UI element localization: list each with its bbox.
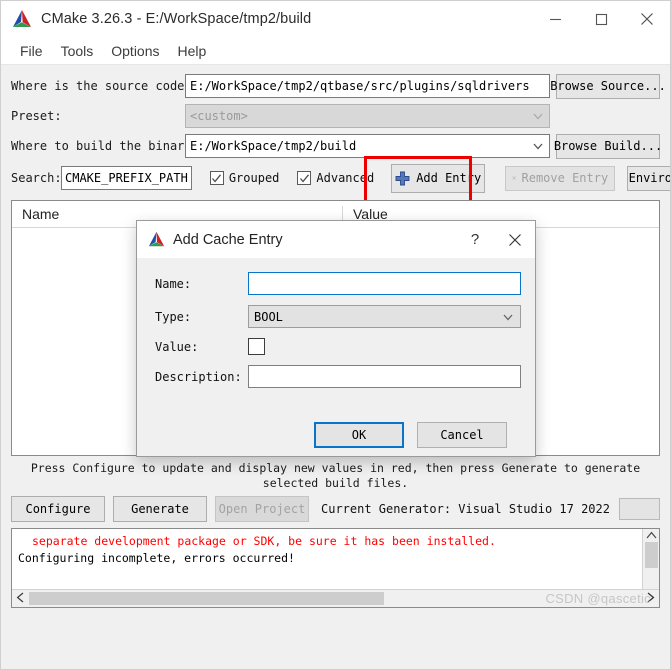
dialog-type-row: Type: BOOL (155, 305, 521, 328)
cache-toolbar-row: Search: CMAKE_PREFIX_PATH Grouped Advanc… (11, 156, 670, 204)
configure-hint-line2: files. (366, 476, 409, 490)
preset-row: Preset: <custom> (11, 103, 660, 129)
dialog-value-label: Value: (155, 339, 199, 354)
dialog-body: Name: Type: BOOL Value: Description: OK (137, 258, 535, 448)
source-code-input[interactable]: E:/WorkSpace/tmp2/qtbase/src/plugins/sql… (185, 74, 550, 98)
build-binaries-label: Where to build the binaries: (11, 139, 214, 153)
add-cache-entry-dialog: Add Cache Entry ? Name: Type: BOOL Value… (136, 220, 536, 457)
chevron-right-icon[interactable] (642, 591, 659, 606)
scroll-thumb[interactable] (644, 542, 658, 568)
browse-build-button[interactable]: Browse Build... (554, 133, 662, 159)
chevron-down-icon (503, 314, 513, 320)
dialog-value-checkbox[interactable] (248, 338, 265, 355)
preset-label: Preset: (11, 109, 62, 123)
menu-item-file[interactable]: File (11, 41, 52, 61)
chevron-down-icon (533, 143, 543, 150)
maximize-icon[interactable] (578, 1, 624, 37)
progress-bar (618, 498, 660, 520)
environment-button[interactable]: Environment... (627, 165, 670, 191)
current-generator-label: Current Generator: Visual Studio 17 2022 (321, 502, 610, 516)
window-title: CMake 3.26.3 - E:/WorkSpace/tmp2/build (41, 11, 312, 27)
menu-item-tools[interactable]: Tools (52, 41, 103, 61)
menu-item-help[interactable]: Help (169, 41, 216, 61)
open-project-button: Open Project (215, 496, 309, 522)
chevron-down-icon (533, 113, 543, 120)
chevron-left-icon[interactable] (12, 592, 29, 606)
add-entry-button[interactable]: Add Entry (391, 163, 486, 193)
dialog-description-label: Description: (155, 369, 242, 384)
cmake-logo-icon (13, 10, 31, 27)
output-log-pane[interactable]: separate development package or SDK, be … (11, 528, 660, 608)
search-label: Search: (11, 171, 62, 185)
dialog-type-value: BOOL (254, 309, 283, 324)
dialog-type-label: Type: (155, 309, 192, 324)
preset-dropdown[interactable]: <custom> (185, 104, 550, 128)
dialog-type-dropdown[interactable]: BOOL (248, 305, 521, 328)
preset-value: <custom> (190, 109, 248, 123)
configure-hint: Press Configure to update and display ne… (11, 456, 660, 494)
dialog-cancel-button[interactable]: Cancel (417, 422, 507, 448)
add-entry-label: Add Entry (416, 171, 482, 185)
output-error-line: separate development package or SDK, be … (32, 534, 496, 548)
configure-hint-line1: Press Configure to update and display ne… (30, 461, 641, 490)
title-bar: CMake 3.26.3 - E:/WorkSpace/tmp2/build (1, 1, 670, 37)
remove-icon (512, 176, 517, 180)
dialog-close-icon[interactable] (495, 221, 535, 258)
grouped-checkbox[interactable]: Grouped (209, 171, 280, 185)
remove-entry-button: Remove Entry (505, 165, 616, 191)
search-input[interactable]: CMAKE_PREFIX_PATH (61, 166, 192, 190)
build-binaries-row: Where to build the binaries: E:/WorkSpac… (11, 133, 662, 159)
configure-button[interactable]: Configure (11, 496, 105, 522)
advanced-label: Advanced (316, 171, 375, 185)
dialog-help-button[interactable]: ? (455, 221, 495, 258)
chevron-up-icon[interactable] (646, 531, 657, 540)
cmake-logo-icon (148, 231, 165, 247)
cmake-gui-window: CMake 3.26.3 - E:/WorkSpace/tmp2/build F… (0, 0, 671, 670)
output-status-line: Configuring incomplete, errors occurred! (18, 551, 295, 565)
dialog-name-row: Name: (155, 272, 521, 295)
output-horizontal-scrollbar[interactable] (12, 589, 659, 607)
checkbox-box (297, 171, 312, 185)
window-controls (532, 1, 670, 37)
dialog-title: Add Cache Entry (173, 231, 283, 248)
dialog-description-input[interactable] (248, 365, 521, 388)
build-binaries-value: E:/WorkSpace/tmp2/build (190, 139, 357, 153)
menu-item-options[interactable]: Options (102, 41, 168, 61)
dialog-ok-button[interactable]: OK (314, 422, 404, 448)
source-code-label: Where is the source code: (11, 79, 192, 93)
dialog-name-input[interactable] (248, 272, 521, 295)
grouped-label: Grouped (228, 171, 280, 185)
dialog-value-row: Value: (155, 338, 521, 355)
scroll-thumb[interactable] (29, 592, 384, 605)
browse-source-button[interactable]: Browse Source... (550, 73, 666, 99)
advanced-checkbox[interactable]: Advanced (297, 171, 374, 185)
check-icon (212, 173, 222, 183)
source-code-row: Where is the source code: E:/WorkSpace/t… (11, 73, 666, 99)
generate-button[interactable]: Generate (113, 496, 207, 522)
action-button-row: Configure Generate Open Project Current … (1, 494, 670, 528)
check-icon (299, 173, 309, 183)
dialog-description-row: Description: (155, 365, 521, 388)
plus-icon (395, 171, 410, 185)
menu-bar: File Tools Options Help (1, 37, 670, 65)
dialog-title-bar: Add Cache Entry ? (137, 221, 535, 258)
dialog-action-row: OK Cancel (155, 398, 521, 448)
build-binaries-dropdown[interactable]: E:/WorkSpace/tmp2/build (185, 134, 550, 158)
dialog-controls: ? (455, 221, 535, 258)
minimize-icon[interactable] (532, 1, 578, 37)
checkbox-box (209, 171, 224, 185)
close-icon[interactable] (624, 1, 670, 37)
remove-entry-label: Remove Entry (521, 171, 609, 185)
dialog-name-label: Name: (155, 276, 192, 291)
